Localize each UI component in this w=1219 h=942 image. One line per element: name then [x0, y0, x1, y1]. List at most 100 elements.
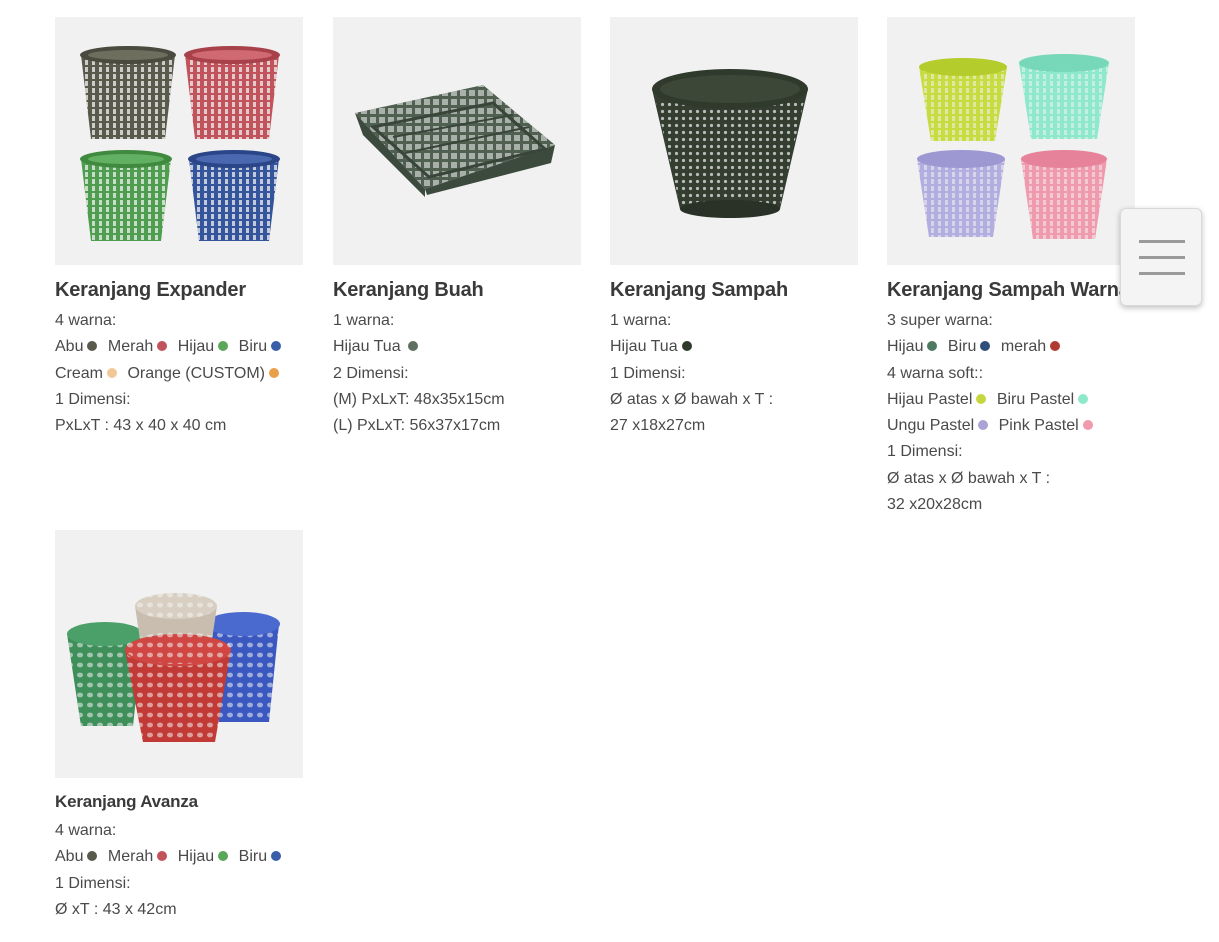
desc-line: 1 warna: [610, 308, 858, 334]
desc-line: (M) PxLxT: 48x35x15cm [333, 387, 581, 413]
product-description: 4 warna: Abu Merah Hijau Biru 1 Dimensi:… [55, 818, 303, 923]
desc-line: Cream Orange (CUSTOM) [55, 361, 303, 387]
desc-line: 4 warna: [55, 308, 303, 334]
color-label: Hijau [887, 338, 924, 356]
desc-line: Abu Merah Hijau Biru [55, 334, 303, 360]
desc-text: 2 Dimensi: [333, 364, 409, 382]
desc-line: 1 Dimensi: [887, 439, 1135, 465]
desc-text: Ø atas x Ø bawah x T : [610, 390, 774, 408]
color-dot-icon [271, 851, 282, 862]
desc-line: 1 Dimensi: [55, 871, 303, 897]
color-label: Hijau Tua [610, 338, 678, 356]
color-dot-icon [1082, 420, 1093, 431]
desc-line: 3 super warna: [887, 308, 1135, 334]
desc-text: (M) PxLxT: 48x35x15cm [333, 390, 505, 408]
colored-trash-baskets-picture [917, 54, 1109, 239]
color-label: Orange (CUSTOM) [127, 364, 265, 382]
color-label: Merah [107, 338, 154, 356]
color-label: Ungu Pastel [887, 417, 975, 435]
desc-line: 32 x20x28cm [887, 492, 1135, 518]
product-card-sampah-warna[interactable]: Keranjang Sampah Warna 3 super warna: Hi… [887, 17, 1135, 518]
trash-basket-picture [652, 69, 808, 218]
desc-text: 1 Dimensi: [55, 874, 131, 892]
color-dot-icon [1078, 393, 1089, 404]
product-description: 4 warna: Abu Merah Hijau Biru Cream Oran… [55, 308, 303, 439]
product-card-sampah[interactable]: Keranjang Sampah 1 warna: Hijau Tua 1 Di… [610, 17, 858, 439]
product-image-sampah-warna[interactable] [887, 17, 1135, 265]
product-title[interactable]: Keranjang Avanza [55, 792, 303, 812]
desc-text: Ø atas x Ø bawah x T : [887, 469, 1051, 487]
color-dot-icon [268, 367, 279, 378]
color-label: Biru [947, 338, 977, 356]
color-dot-icon [87, 851, 98, 862]
product-image-avanza[interactable] [55, 530, 303, 778]
avanza-baskets-picture [67, 593, 280, 742]
color-dot-icon [107, 367, 118, 378]
desc-line: 2 Dimensi: [333, 361, 581, 387]
desc-text: 1 warna: [333, 312, 395, 329]
color-dot-icon [271, 341, 282, 352]
desc-line: Hijau Tua [610, 334, 858, 360]
product-image-sampah[interactable] [610, 17, 858, 265]
desc-text: 32 x20x28cm [887, 496, 983, 514]
desc-line: 1 Dimensi: [610, 361, 858, 387]
desc-line: 27 x18x27cm [610, 413, 858, 439]
color-dot-icon [87, 341, 98, 352]
desc-text: 1 Dimensi: [610, 364, 686, 382]
expander-baskets-picture [80, 46, 280, 241]
color-dot-icon [407, 341, 418, 352]
product-card-buah[interactable]: Keranjang Buah 1 warna: Hijau Tua 2 Dime… [333, 17, 581, 439]
fruit-crate-picture [355, 85, 555, 197]
product-title[interactable]: Keranjang Buah [333, 279, 581, 302]
desc-line: 4 warna soft:: [887, 361, 1135, 387]
desc-line: Ø xT : 43 x 42cm [55, 897, 303, 923]
desc-line: Ungu Pastel Pink Pastel [887, 413, 1135, 439]
product-title[interactable]: Keranjang Expander [55, 279, 303, 302]
color-dot-icon [157, 341, 168, 352]
desc-text: 4 warna: [55, 822, 117, 839]
color-label: Hijau Tua [333, 338, 401, 356]
color-label: Hijau [177, 338, 215, 356]
color-label: Biru Pastel [996, 390, 1075, 408]
desc-text: 4 warna: [55, 312, 117, 329]
color-dot-icon [218, 851, 229, 862]
product-image-buah[interactable] [333, 17, 581, 265]
desc-text: PxLxT : 43 x 40 x 40 cm [55, 417, 227, 435]
product-description: 3 super warna: Hijau Biru merah 4 warna … [887, 308, 1135, 518]
desc-text: 1 Dimensi: [887, 443, 963, 461]
product-card-expander[interactable]: Keranjang Expander 4 warna: Abu Merah Hi… [55, 17, 303, 439]
color-label: Biru [238, 338, 268, 356]
desc-text: 3 super warna: [887, 312, 993, 329]
product-title[interactable]: Keranjang Sampah Warna [887, 279, 1135, 302]
product-description: 1 warna: Hijau Tua 1 Dimensi: Ø atas x Ø… [610, 308, 858, 439]
product-title[interactable]: Keranjang Sampah [610, 279, 858, 302]
desc-line: Hijau Tua [333, 334, 581, 360]
desc-line: Hijau Biru merah [887, 334, 1135, 360]
product-card-avanza[interactable]: Keranjang Avanza 4 warna: Abu Merah Hija… [55, 530, 303, 923]
color-dot-icon [218, 341, 229, 352]
color-label: Biru [238, 848, 268, 866]
desc-text: 4 warna soft:: [887, 364, 984, 382]
color-dot-icon [1050, 341, 1061, 352]
color-label: Pink Pastel [998, 417, 1079, 435]
color-label: Hijau [177, 848, 215, 866]
menu-button[interactable] [1120, 208, 1202, 306]
color-dot-icon [927, 341, 938, 352]
desc-text: 1 Dimensi: [55, 390, 131, 408]
desc-line: Hijau Pastel Biru Pastel [887, 387, 1135, 413]
color-label: merah [1000, 338, 1047, 356]
color-dot-icon [978, 420, 989, 431]
color-label: Abu [55, 338, 84, 356]
product-description: 1 warna: Hijau Tua 2 Dimensi: (M) PxLxT:… [333, 308, 581, 439]
color-label: Hijau Pastel [887, 390, 973, 408]
desc-line: (L) PxLxT: 56x37x17cm [333, 413, 581, 439]
color-dot-icon [157, 851, 168, 862]
desc-line: Ø atas x Ø bawah x T : [610, 387, 858, 413]
color-dot-icon [980, 341, 991, 352]
desc-line: 4 warna: [55, 818, 303, 844]
color-label: Cream [55, 364, 104, 382]
color-dot-icon [681, 341, 692, 352]
desc-text: Ø xT : 43 x 42cm [55, 900, 177, 918]
product-image-expander[interactable] [55, 17, 303, 265]
desc-line: Abu Merah Hijau Biru [55, 844, 303, 870]
